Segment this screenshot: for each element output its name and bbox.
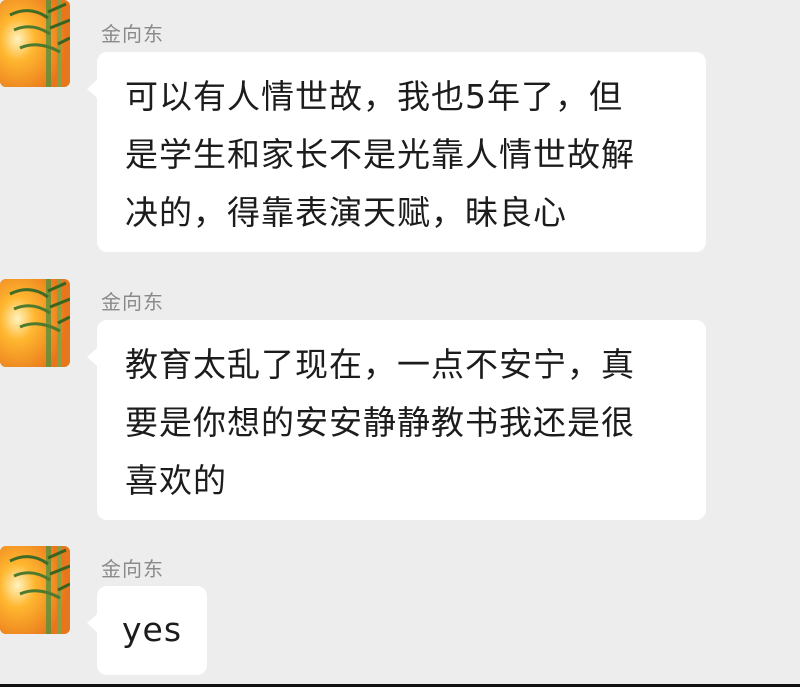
message-bubble[interactable]: 可以有人情世故，我也5年了，但 是学生和家长不是光靠人情世故解 决的，得靠表演天…	[87, 52, 706, 252]
avatar[interactable]	[0, 279, 70, 367]
message-text: 是学生和家长不是光靠人情世故解	[125, 135, 635, 174]
sender-name: 金向东	[101, 290, 164, 314]
avatar[interactable]	[0, 546, 70, 634]
chat-area: 金向东 可以有人情世故，我也5年了，但 是学生和家长不是光靠人情世故解 决的，得…	[0, 0, 800, 687]
bamboo-icon	[0, 0, 70, 87]
message-text: yes	[122, 610, 183, 649]
message-text: 喜欢的	[125, 461, 227, 500]
message-bubble[interactable]: 教育太乱了现在，一点不安宁，真 要是你想的安安静静教书我还是很 喜欢的	[87, 320, 706, 520]
message-text: 教育太乱了现在，一点不安宁，真	[125, 345, 635, 384]
bamboo-icon	[0, 546, 70, 634]
sender-name: 金向东	[101, 22, 164, 46]
avatar[interactable]	[0, 0, 70, 87]
message-bubble[interactable]: yes	[87, 586, 207, 675]
message-text: 要是你想的安安静静教书我还是很	[125, 403, 635, 442]
message-text: 决的，得靠表演天赋，昧良心	[125, 193, 567, 232]
message-text: 可以有人情世故，我也5年了，但	[125, 77, 623, 116]
bamboo-icon	[0, 279, 70, 367]
sender-name: 金向东	[101, 557, 164, 581]
